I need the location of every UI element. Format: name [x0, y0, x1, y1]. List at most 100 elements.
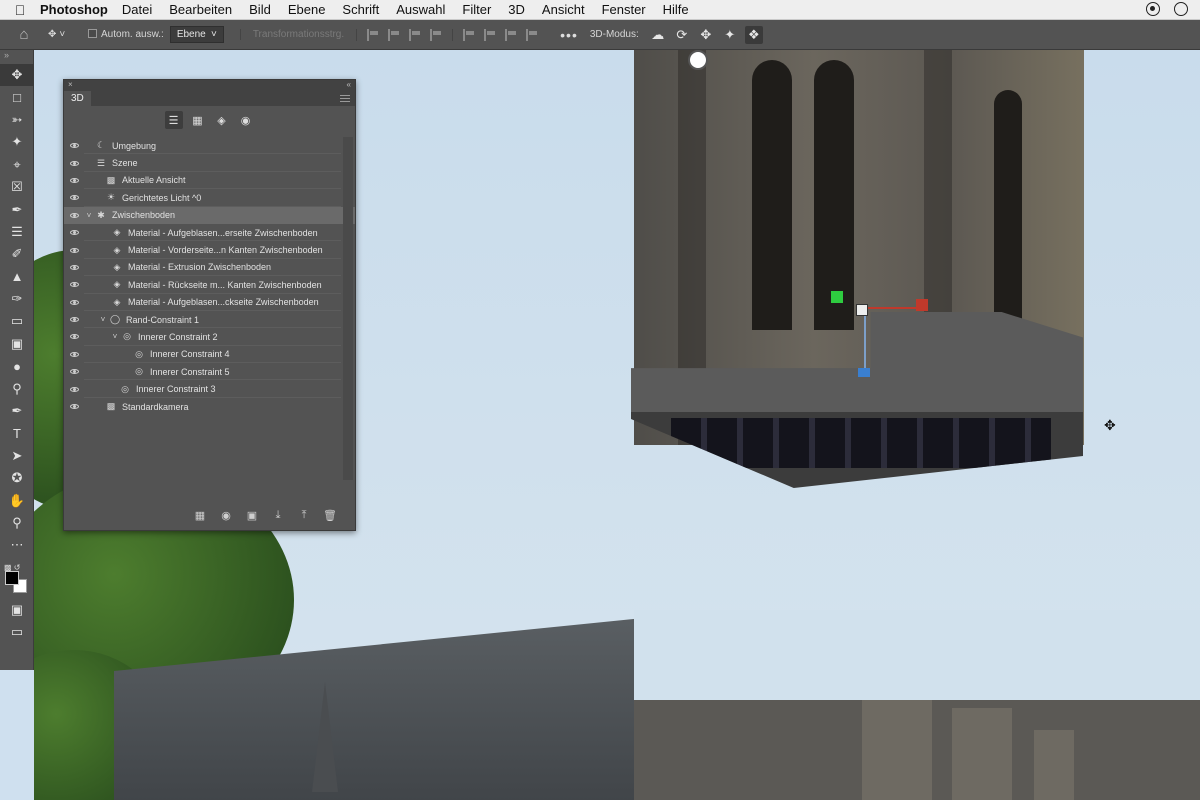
visibility-toggle[interactable]: [64, 264, 84, 270]
gizmo-center-handle[interactable]: [856, 304, 868, 316]
tree-item-material[interactable]: ◈ Material - Aufgeblasen...erseite Zwisc…: [64, 224, 355, 242]
tree-item-material[interactable]: ◈ Material - Aufgeblasen...ckseite Zwisc…: [64, 294, 355, 311]
more-options-button[interactable]: •••: [548, 27, 590, 43]
visibility-toggle[interactable]: [64, 143, 84, 149]
panel-scrollbar[interactable]: [343, 137, 353, 480]
add-light-icon[interactable]: ◉: [219, 509, 233, 522]
tree-item-szene[interactable]: ☰ Szene: [64, 154, 355, 172]
magic-wand-tool-icon[interactable]: ✦: [0, 131, 34, 153]
gizmo-y-axis[interactable]: [864, 312, 866, 372]
move-tool-preset-picker[interactable]: ✥ ˅: [48, 29, 88, 40]
pen-tool-icon[interactable]: ✒: [0, 400, 34, 422]
blur-tool-icon[interactable]: ●: [0, 355, 34, 377]
slide-3d-icon[interactable]: ✦: [721, 26, 739, 44]
foreground-color-swatch[interactable]: [5, 570, 19, 585]
visibility-toggle[interactable]: [64, 230, 84, 236]
visibility-toggle[interactable]: [64, 404, 84, 410]
align-center-h-icon[interactable]: [388, 28, 400, 41]
frame-tool-icon[interactable]: ☒: [0, 176, 34, 198]
scale-3d-icon[interactable]: ❖: [744, 25, 763, 44]
align-middle-v-icon[interactable]: [484, 28, 496, 41]
menu-fenster[interactable]: Fenster: [602, 2, 646, 17]
more-tools-icon[interactable]: ⋯: [0, 534, 34, 556]
gizmo-blue-handle[interactable]: [858, 368, 870, 377]
gizmo-red-handle[interactable]: [916, 299, 928, 311]
align-justify-icon[interactable]: [430, 28, 442, 41]
zoom-tool-icon[interactable]: ⚲: [0, 512, 34, 534]
menu-app-name[interactable]: Photoshop: [40, 2, 108, 17]
align-top-icon[interactable]: [463, 28, 475, 41]
history-brush-tool-icon[interactable]: ✑: [0, 288, 34, 310]
add-mesh-icon[interactable]: ▦: [193, 509, 207, 522]
visibility-toggle[interactable]: [64, 195, 84, 201]
eyedropper-tool-icon[interactable]: ✒: [0, 198, 34, 220]
screen-mode-icon[interactable]: ▭: [0, 621, 34, 643]
menu-bild[interactable]: Bild: [249, 2, 271, 17]
menu-schrift[interactable]: Schrift: [342, 2, 379, 17]
type-tool-icon[interactable]: T: [0, 422, 34, 444]
menu-3d[interactable]: 3D: [508, 2, 525, 17]
quick-mask-icon[interactable]: ▣: [0, 599, 34, 621]
distribute-icon[interactable]: [526, 28, 538, 41]
tree-item-standardkamera[interactable]: ▩ Standardkamera: [64, 398, 355, 415]
render-icon[interactable]: ▣: [245, 509, 259, 522]
gizmo-x-axis[interactable]: [866, 307, 921, 309]
menu-ansicht[interactable]: Ansicht: [542, 2, 585, 17]
chevron-down-icon[interactable]: ˅: [98, 315, 108, 324]
visibility-toggle[interactable]: [64, 317, 84, 323]
auto-select-checkbox[interactable]: [88, 28, 101, 41]
menu-ebene[interactable]: Ebene: [288, 2, 326, 17]
apple-menu-icon[interactable]: : [0, 2, 40, 18]
tree-item-constraint[interactable]: ˅ ◎ Innerer Constraint 2: [64, 328, 355, 346]
home-icon[interactable]: ⌂: [0, 26, 48, 43]
panel-menu-icon[interactable]: [340, 95, 350, 103]
tree-item-gerichtetes-licht[interactable]: ☀ Gerichtetes Licht ^0: [64, 189, 355, 207]
panel-titlebar[interactable]: × «: [64, 80, 355, 90]
crop-tool-icon[interactable]: ⌖: [0, 154, 34, 176]
visibility-toggle[interactable]: [64, 369, 84, 375]
color-swatches[interactable]: ▩ ↺: [0, 563, 33, 599]
orbit-3d-icon[interactable]: ☁: [649, 26, 667, 44]
visibility-toggle[interactable]: [64, 351, 84, 357]
tree-item-constraint[interactable]: ◎ Innerer Constraint 4: [64, 346, 355, 364]
visibility-toggle[interactable]: [64, 212, 84, 218]
brush-tool-icon[interactable]: ✐: [0, 243, 34, 265]
gizmo-green-handle[interactable]: [831, 291, 843, 303]
tree-item-constraint[interactable]: ◎ Innerer Constraint 5: [64, 363, 355, 381]
move-tool-icon[interactable]: ✥: [0, 64, 34, 87]
shape-tool-icon[interactable]: ✪: [0, 467, 34, 489]
light-widget-icon[interactable]: [688, 50, 708, 70]
auto-select-dropdown[interactable]: Ebene ˅: [169, 26, 224, 43]
eraser-tool-icon[interactable]: ▭: [0, 310, 34, 332]
move-up-icon[interactable]: ⤒: [297, 509, 311, 522]
tree-item-rand-constraint[interactable]: ˅ ◯ Rand-Constraint 1: [64, 311, 355, 329]
tree-item-material[interactable]: ◈ Material - Extrusion Zwischenboden: [64, 259, 355, 277]
tab-3d[interactable]: 3D: [64, 91, 91, 106]
close-icon[interactable]: ×: [68, 80, 73, 90]
align-bottom-icon[interactable]: [505, 28, 517, 41]
chevron-down-icon[interactable]: ˅: [110, 332, 120, 341]
materials-filter-icon[interactable]: ◈: [213, 111, 231, 129]
visibility-toggle[interactable]: [64, 160, 84, 166]
tree-item-constraint[interactable]: ◎ Innerer Constraint 3: [64, 380, 355, 398]
tree-item-material[interactable]: ◈ Material - Vorderseite...n Kanten Zwis…: [64, 241, 355, 259]
collapse-icon[interactable]: «: [347, 80, 351, 90]
menu-datei[interactable]: Datei: [122, 2, 152, 17]
tree-item-aktuelle-ansicht[interactable]: ▩ Aktuelle Ansicht: [64, 172, 355, 190]
chevron-down-icon[interactable]: ˅: [84, 211, 94, 220]
visibility-toggle[interactable]: [64, 282, 84, 288]
drag-3d-icon[interactable]: ✥: [697, 26, 715, 44]
menu-bearbeiten[interactable]: Bearbeiten: [169, 2, 232, 17]
gradient-tool-icon[interactable]: ▣: [0, 333, 34, 355]
visibility-toggle[interactable]: [64, 247, 84, 253]
tree-item-umgebung[interactable]: ☾ Umgebung: [64, 137, 355, 155]
whole-scene-filter-icon[interactable]: ☰: [164, 111, 183, 129]
hand-tool-icon[interactable]: ✋: [0, 489, 34, 511]
control-center-icon[interactable]: [1174, 2, 1188, 16]
lasso-tool-icon[interactable]: ➳: [0, 109, 34, 131]
lights-filter-icon[interactable]: ◉: [237, 111, 255, 129]
move-down-icon[interactable]: ⤓: [271, 509, 285, 522]
visibility-toggle[interactable]: [64, 386, 84, 392]
meshes-filter-icon[interactable]: ▦: [189, 111, 207, 129]
path-selection-tool-icon[interactable]: ➤: [0, 445, 34, 467]
